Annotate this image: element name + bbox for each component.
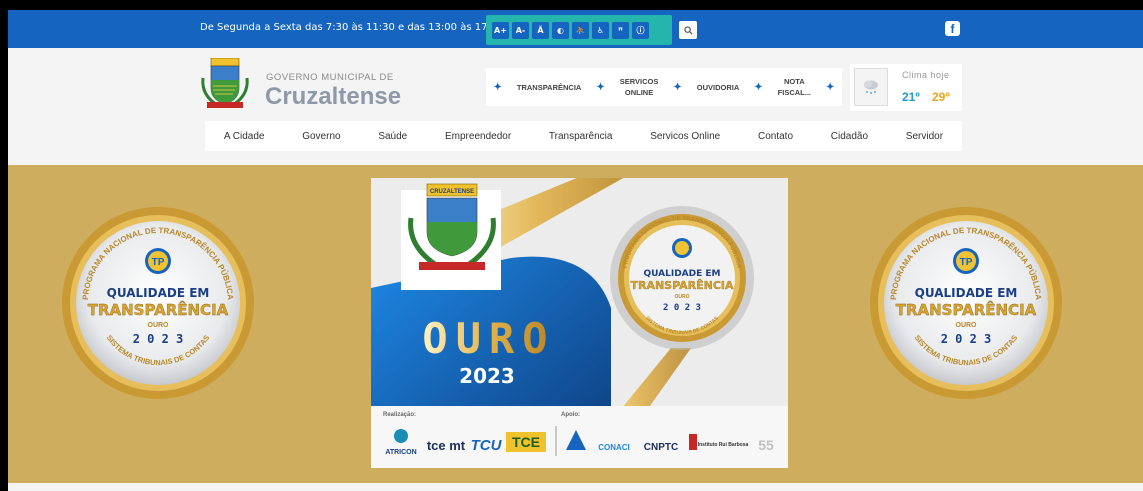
ouro-card-art: CRUZALTENSE OURO 2023 PROGRAMA NACIONAL … [371,178,788,468]
seal-level: OURO [148,322,170,329]
accessibility-toolbar: A+ A- Ă ◐ ⛹ ♿ ꟸ ⓘ [486,15,672,45]
transparency-seal-left: PROGRAMA NACIONAL DE TRANSPARÊNCIA PÚBLI… [62,207,254,399]
star-icon: ✦ [826,81,835,93]
nav-item-governo[interactable]: Governo [302,131,340,142]
nav-item-a-cidade[interactable]: A Cidade [224,131,265,142]
facebook-icon[interactable]: f [945,21,960,36]
nav-item-servicos-online[interactable]: Servicos Online [650,131,720,142]
nav-item-empreendedor[interactable]: Empreendedor [445,131,511,142]
card-seal-line1: QUALIDADE EM [643,269,720,279]
browser-viewport: De Segunda a Sexta das 7:30 às 11:30 e d… [8,10,1143,491]
font-style-button[interactable]: Ă [532,21,549,39]
star-icon: ✦ [596,81,605,93]
ouro-2023-card[interactable]: CRUZALTENSE OURO 2023 PROGRAMA NACIONAL … [371,178,788,468]
municipal-crest-logo[interactable] [199,58,251,110]
contrast-button[interactable]: ◐ [552,21,569,39]
sign-language-icon[interactable]: ꟸ [612,21,629,39]
card-realizacao: Realização: [383,412,416,418]
seal-year: 2 0 2 3 [133,332,184,346]
nav-item-contato[interactable]: Contato [758,131,793,142]
card-award: OURO [422,314,555,363]
star-icon: ✦ [673,81,682,93]
partner-cnptc: CNPTC [644,442,678,453]
weather-icon [854,68,888,106]
weather-widget: Clima hoje 21º 29º [850,64,962,111]
card-seal-line2: TRANSPARÊNCIA [630,279,734,292]
star-icon: ✦ [493,81,502,93]
quick-link-nota-fiscal[interactable]: NOTA FISCAL... [778,76,811,98]
main-navigation: A Cidade Governo Saúde Empreendedor Tran… [205,121,962,151]
nav-item-cidadao[interactable]: Cidadão [831,131,868,142]
partner-tce-mt: tce mt [427,438,466,453]
card-crest-label: CRUZALTENSE [430,189,474,195]
partner-irb: Instituto Rui Barbosa [698,442,749,448]
top-bar: De Segunda a Sexta das 7:30 às 11:30 e d… [8,10,1143,48]
max-temperature: 29º [932,90,950,104]
partner-tcu: TCU [471,437,503,454]
search-icon [683,25,693,35]
seal-level: OURO [956,322,978,329]
partner-conaci: CONACI [598,443,630,452]
search-button[interactable] [679,21,697,39]
quick-links: ✦ TRANSPARÊNCIA ✦ SERVICOS ONLINE ✦ OUVI… [486,68,842,106]
star-icon: ✦ [754,81,763,93]
municipality-name[interactable]: Cruzaltense [265,83,401,111]
quick-link-transparencia[interactable]: TRANSPARÊNCIA [517,82,581,93]
nav-item-servidor[interactable]: Servidor [906,131,943,142]
card-seal-level: OURO [675,294,690,300]
card-apoio: Apoio: [561,412,580,418]
seal-line2: TRANSPARÊNCIA [896,300,1037,319]
info-icon[interactable]: ⓘ [632,21,649,39]
weather-title: Clima hoje [902,70,950,80]
transparency-seal-right: PROGRAMA NACIONAL DE TRANSPARÊNCIA PÚBLI… [870,207,1062,399]
nav-item-saude[interactable]: Saúde [378,131,407,142]
seal-line2: TRANSPARÊNCIA [88,300,229,319]
government-label: GOVERNO MUNICIPAL DE [266,72,394,83]
hero-banner[interactable]: PROGRAMA NACIONAL DE TRANSPARÊNCIA PÚBLI… [8,165,1143,483]
partner-tce: TCE [512,434,540,450]
card-seal-year: 2 0 2 3 [663,303,701,313]
seal-year: 2 0 2 3 [941,332,992,346]
seal-line1: QUALIDADE EM [107,286,210,300]
office-hours: De Segunda a Sexta das 7:30 às 11:30 e d… [200,22,504,33]
seal-line1: QUALIDADE EM [915,286,1018,300]
accessibility-icon[interactable]: ⛹ [572,21,589,39]
nav-item-transparencia[interactable]: Transparência [549,131,613,142]
site-header: GOVERNO MUNICIPAL DE Cruzaltense ✦ TRANS… [8,48,1143,165]
min-temperature: 21º [902,90,920,104]
card-year: 2023 [459,364,515,388]
wheelchair-icon[interactable]: ♿ [592,21,609,39]
partner-atricon: ATRICON [385,449,416,456]
partner-55: 55 [758,437,774,453]
decrease-font-button[interactable]: A- [512,21,529,39]
quick-link-servicos-online[interactable]: SERVICOS ONLINE [620,76,659,98]
quick-link-ouvidoria[interactable]: OUVIDORIA [697,82,740,93]
svg-text:TP: TP [152,257,165,268]
increase-font-button[interactable]: A+ [492,21,509,39]
svg-text:TP: TP [960,257,973,268]
content-start [8,483,1143,491]
